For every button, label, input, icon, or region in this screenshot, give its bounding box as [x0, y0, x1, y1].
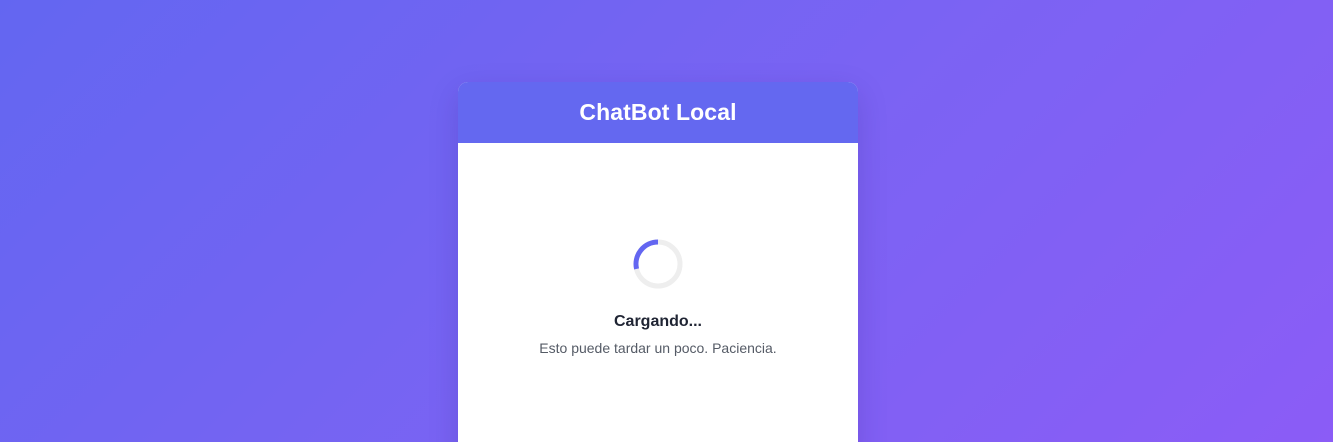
- loading-message: Esto puede tardar un poco. Paciencia.: [539, 340, 777, 356]
- loading-title: Cargando...: [613, 313, 702, 330]
- app-title: ChatBot Local: [579, 99, 737, 125]
- loading-panel: Cargando... Esto puede tardar un poco. P…: [458, 143, 858, 442]
- page-background: { "app": { "title": "ChatBot Local" }, "…: [0, 0, 1333, 442]
- loading-spinner-icon: [633, 239, 683, 289]
- chat-window: ChatBot Local Cargando... Esto puede tar…: [458, 82, 858, 442]
- chat-header: ChatBot Local: [458, 82, 858, 143]
